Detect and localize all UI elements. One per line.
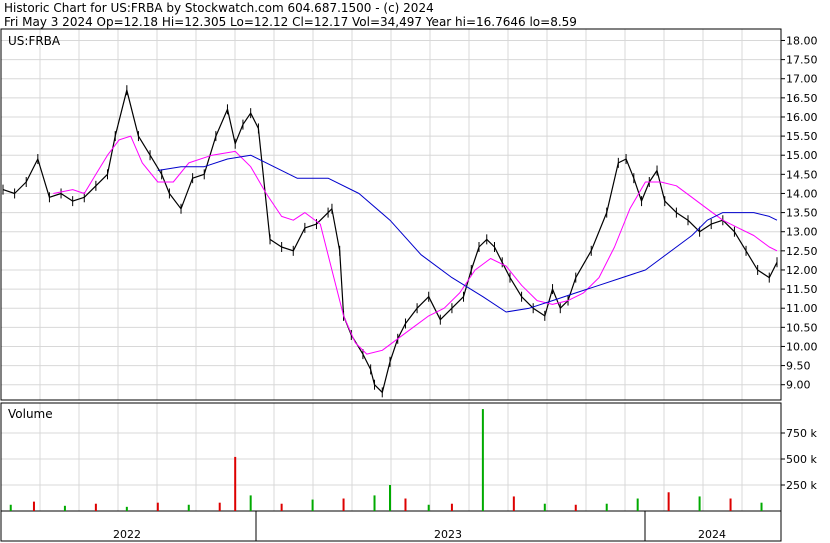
price-tick-label: 11.00 [786, 302, 818, 315]
price-tick-label: 12.00 [786, 264, 818, 277]
volume-bar [605, 503, 608, 511]
volume-bar [249, 495, 252, 511]
volume-bar [760, 502, 763, 511]
volume-bar [729, 498, 732, 511]
price-tick-label: 15.50 [786, 130, 818, 143]
volume-bar [389, 485, 391, 511]
volume-bar [427, 504, 430, 511]
volume-tick-label: 750 k [786, 427, 817, 440]
price-tick-label: 12.50 [786, 245, 818, 258]
year-label: 2024 [698, 528, 726, 541]
volume-bar [280, 503, 283, 511]
price-series [2, 85, 778, 398]
volume-bar [512, 496, 515, 511]
volume-bar [450, 503, 453, 511]
volume-bar [156, 502, 159, 511]
price-tick-label: 17.00 [786, 73, 818, 86]
price-tick-label: 15.00 [786, 149, 818, 162]
year-label: 2023 [434, 528, 462, 541]
volume-bar [636, 498, 639, 511]
chart-svg: 18.00 17.50 17.00 16.50 16.00 15.50 15.00 14.50… [0, 28, 818, 542]
volume-bar [94, 503, 97, 511]
moving-average-long-line [157, 154, 778, 313]
volume-bar [234, 456, 237, 511]
moving-averages [53, 135, 778, 355]
volume-bars [9, 409, 763, 511]
stock-chart: Historic Chart for US:FRBA by Stockwatch… [0, 0, 830, 543]
volume-tick-label: 250 k [786, 479, 817, 492]
volume-bar [32, 501, 35, 511]
year-label: 2022 [113, 528, 141, 541]
price-tick-label: 18.00 [786, 34, 818, 47]
price-tick-label: 14.50 [786, 168, 818, 181]
volume-tick-label: 500 k [786, 453, 817, 466]
price-tick-label: 16.50 [786, 92, 818, 105]
price-tick-label: 9.50 [786, 360, 811, 373]
volume-bar [543, 503, 546, 511]
volume-bar [404, 498, 407, 511]
volume-label: Volume [8, 407, 53, 421]
volume-bar [125, 506, 128, 511]
volume-bar [63, 505, 66, 511]
price-tick-label: 10.00 [786, 340, 818, 353]
moving-average-short-line [53, 135, 778, 355]
volume-bar [698, 496, 701, 511]
volume-bar [9, 504, 12, 511]
volume-bar [311, 499, 314, 511]
price-tick-label: 11.50 [786, 283, 818, 296]
volume-bar [574, 504, 577, 511]
price-tick-label: 13.00 [786, 226, 818, 239]
price-tick-label: 13.50 [786, 207, 818, 220]
axis-labels: 18.00 17.50 17.00 16.50 16.00 15.50 15.00 14.50… [8, 34, 818, 541]
symbol-label: US:FRBA [8, 34, 61, 48]
volume-bar [667, 492, 670, 511]
volume-bar [187, 504, 190, 511]
price-tick-label: 17.50 [786, 54, 818, 67]
price-tick-label: 9.00 [786, 379, 811, 392]
price-tick-label: 10.50 [786, 321, 818, 334]
price-line [2, 89, 778, 393]
volume-bar [218, 502, 221, 511]
volume-bar [373, 495, 376, 511]
price-tick-label: 16.00 [786, 111, 818, 124]
grid [0, 29, 782, 511]
volume-bar [342, 498, 345, 511]
volume-bar [481, 409, 484, 511]
price-tick-label: 14.00 [786, 187, 818, 200]
